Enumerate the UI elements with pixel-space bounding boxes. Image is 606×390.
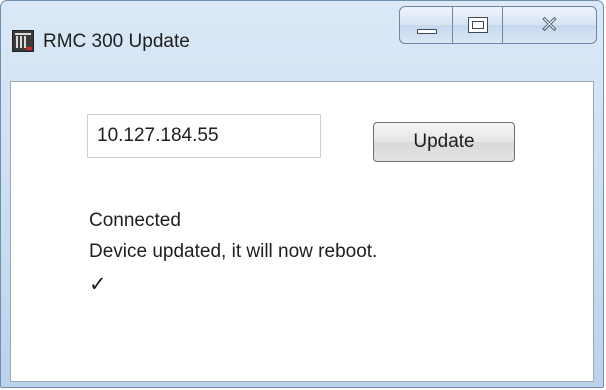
- app-window: RMC 300 Update ✕ Update Connected Device…: [0, 0, 604, 388]
- minimize-icon: [417, 29, 437, 34]
- connection-status: Connected: [89, 210, 181, 231]
- maximize-button[interactable]: [453, 6, 503, 44]
- maximize-icon: [468, 17, 488, 33]
- checkmark-icon: ✓: [89, 272, 107, 296]
- client-area: Update Connected Device updated, it will…: [10, 81, 594, 382]
- close-icon: ✕: [540, 12, 559, 38]
- title-bar[interactable]: RMC 300 Update ✕: [1, 1, 603, 81]
- close-button[interactable]: ✕: [503, 6, 597, 44]
- caption-buttons: ✕: [399, 6, 597, 44]
- app-icon-bar: [16, 36, 18, 48]
- update-status-message: Device updated, it will now reboot.: [89, 241, 378, 262]
- window-title: RMC 300 Update: [43, 31, 190, 52]
- app-icon-red-mark: [26, 47, 32, 50]
- rmc-app-icon[interactable]: [12, 30, 34, 52]
- minimize-button[interactable]: [399, 6, 453, 44]
- app-icon-top-bar: [15, 33, 31, 35]
- ip-address-input[interactable]: [87, 114, 321, 158]
- app-icon-bar: [20, 36, 22, 48]
- update-button[interactable]: Update: [373, 122, 515, 162]
